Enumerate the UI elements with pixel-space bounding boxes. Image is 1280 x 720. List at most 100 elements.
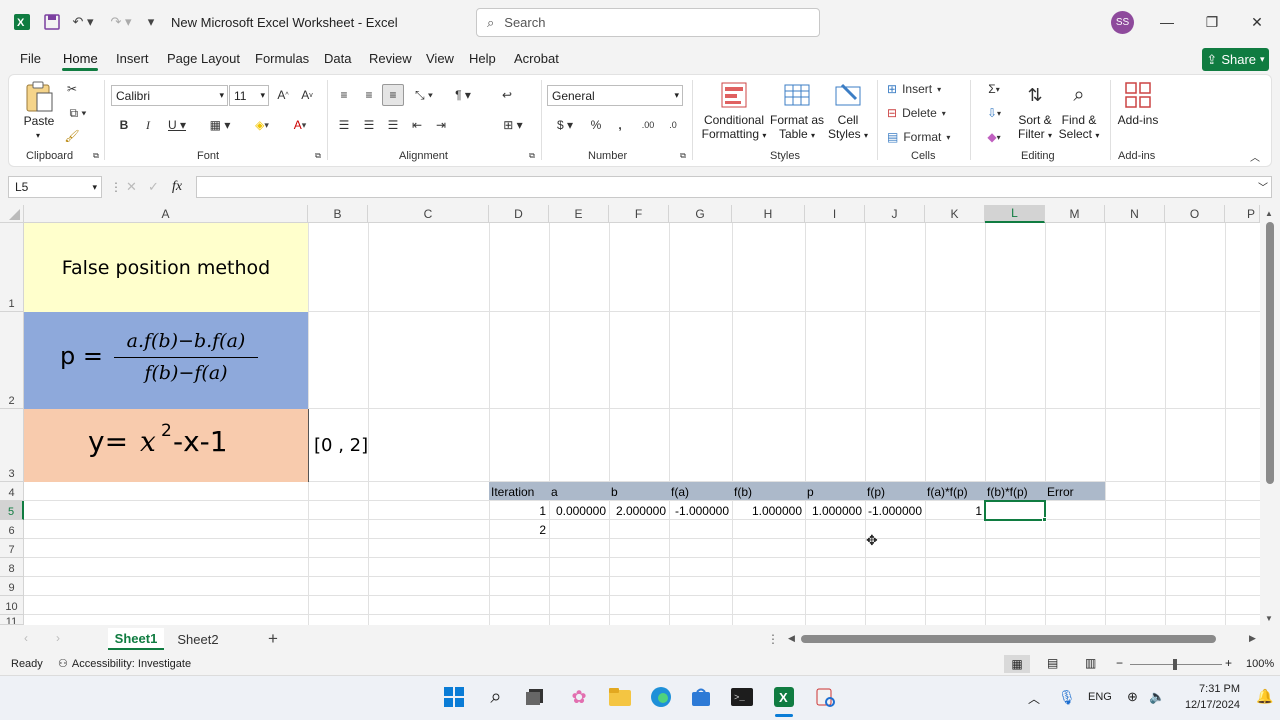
cell-d5[interactable]: 1	[489, 504, 549, 518]
edge-icon[interactable]	[648, 684, 674, 710]
active-cell-l5[interactable]	[984, 500, 1046, 521]
conditional-formatting-button[interactable]: Conditional	[695, 113, 773, 128]
autosum-icon[interactable]: Σ ▾	[979, 80, 1009, 98]
microphone-icon[interactable]: 🎙	[1058, 689, 1076, 706]
tab-page-layout[interactable]: Page Layout	[167, 51, 240, 66]
increase-font-icon[interactable]: A ^	[274, 86, 292, 104]
row-header-3[interactable]: 3	[0, 409, 24, 482]
font-color-icon[interactable]: A ▾	[285, 116, 315, 134]
delete-cells-button[interactable]: ⊟ Delete ▾	[887, 104, 957, 122]
customize-qat-icon[interactable]: ▾	[144, 12, 158, 32]
prev-sheet-icon[interactable]: ‹	[24, 631, 28, 645]
align-right-icon[interactable]: ☰	[384, 116, 402, 134]
column-header-e[interactable]: E	[549, 205, 609, 223]
sort-filter-icon[interactable]: ⇅	[1020, 80, 1050, 110]
scroll-down-icon[interactable]: ▼	[1265, 614, 1273, 623]
format-painter-icon[interactable]: 🖌	[63, 127, 81, 145]
dialog-launcher-icon[interactable]: ⧉	[91, 151, 101, 161]
font-name-select[interactable]: Calibri ▾	[111, 85, 228, 106]
cell-f5[interactable]: 2.000000	[609, 504, 669, 518]
column-header-l[interactable]: L	[985, 205, 1045, 223]
add-sheet-icon[interactable]: +	[268, 629, 278, 649]
normal-view-icon[interactable]: ▦	[1004, 655, 1030, 673]
row-header-7[interactable]: 7	[0, 539, 24, 558]
scroll-right-icon[interactable]: ▶	[1249, 633, 1256, 644]
collapse-ribbon-icon[interactable]: ︿	[1248, 150, 1262, 164]
row-header-11[interactable]: 11	[0, 615, 24, 625]
copilot-icon[interactable]: ✿	[566, 684, 592, 710]
network-icon[interactable]: ⊕	[1127, 689, 1138, 705]
add-ins-icon[interactable]	[1123, 80, 1153, 110]
minimize-icon[interactable]: —	[1157, 12, 1177, 32]
tab-help[interactable]: Help	[469, 51, 496, 66]
terminal-icon[interactable]: >_	[729, 684, 755, 710]
row-header-9[interactable]: 9	[0, 577, 24, 596]
more-options-icon[interactable]: ⋮	[767, 632, 779, 646]
align-center-icon[interactable]: ☰	[360, 116, 378, 134]
tab-acrobat[interactable]: Acrobat	[514, 51, 559, 66]
tab-home[interactable]: Home	[63, 51, 98, 66]
tray-chevron-icon[interactable]: ︿	[1028, 690, 1040, 707]
header-a[interactable]: a	[551, 485, 558, 499]
format-as-table-button[interactable]: Format as	[768, 113, 826, 128]
cut-icon[interactable]: ✂	[63, 80, 81, 98]
conditional-formatting-icon[interactable]	[719, 80, 749, 110]
clock-date[interactable]: 12/17/2024	[1168, 699, 1240, 711]
tab-formulas[interactable]: Formulas	[255, 51, 309, 66]
header-p[interactable]: p	[807, 485, 814, 499]
row-header-2[interactable]: 2	[0, 312, 24, 409]
header-fb-fp[interactable]: f(b)*f(p)	[987, 485, 1028, 499]
tab-data[interactable]: Data	[324, 51, 351, 66]
align-middle-icon[interactable]: ≡	[360, 86, 378, 104]
cell-styles-button[interactable]: Cell	[826, 113, 870, 128]
bold-icon[interactable]: B	[116, 116, 132, 134]
font-size-select[interactable]: 11 ▾	[229, 85, 269, 106]
header-fp[interactable]: f(p)	[867, 485, 885, 499]
chevron-down-icon[interactable]: ▾	[33, 128, 43, 143]
header-error[interactable]: Error	[1047, 485, 1074, 499]
sheet-tab-sheet2[interactable]: Sheet2	[170, 628, 226, 650]
column-header-i[interactable]: I	[805, 205, 865, 223]
increase-indent-icon[interactable]: ⇥	[432, 116, 450, 134]
column-header-g[interactable]: G	[669, 205, 732, 223]
file-explorer-icon[interactable]	[607, 684, 633, 710]
share-button[interactable]: ⇪ Share ▾	[1202, 48, 1269, 71]
row-header-8[interactable]: 8	[0, 558, 24, 577]
page-break-view-icon[interactable]: ▥	[1085, 656, 1096, 670]
align-left-icon[interactable]: ☰	[335, 116, 353, 134]
cell-e5[interactable]: 0.000000	[549, 504, 609, 518]
column-header-k[interactable]: K	[925, 205, 985, 223]
column-header-c[interactable]: C	[368, 205, 489, 223]
column-header-n[interactable]: N	[1105, 205, 1165, 223]
fill-color-icon[interactable]: ◈ ▾	[246, 116, 278, 134]
name-box[interactable]: L5 ▾	[8, 176, 102, 198]
cell-h5[interactable]: 1.000000	[732, 504, 805, 518]
decrease-font-icon[interactable]: Av	[298, 86, 316, 104]
dialog-launcher-icon[interactable]: ⧉	[313, 151, 323, 161]
header-fb[interactable]: f(b)	[734, 485, 752, 499]
scroll-up-icon[interactable]: ▲	[1265, 209, 1273, 218]
next-sheet-icon[interactable]: ›	[56, 631, 60, 645]
snipping-tool-icon[interactable]	[812, 684, 838, 710]
tab-file[interactable]: File	[20, 51, 41, 66]
column-header-f[interactable]: F	[609, 205, 669, 223]
header-iteration[interactable]: Iteration	[491, 485, 534, 499]
search-icon[interactable]: ⌕	[483, 684, 509, 710]
align-bottom-icon[interactable]: ≡	[382, 84, 404, 106]
clock-time[interactable]: 7:31 PM	[1182, 683, 1240, 695]
cell-styles-icon[interactable]	[833, 80, 863, 110]
format-cells-button[interactable]: ▤ Format ▾	[887, 128, 955, 146]
tab-review[interactable]: Review	[369, 51, 412, 66]
store-icon[interactable]	[688, 684, 714, 710]
undo-icon[interactable]: ↶ ▾	[70, 12, 96, 32]
align-top-icon[interactable]: ≡	[335, 86, 353, 104]
clear-icon[interactable]: ◆ ▾	[979, 128, 1009, 146]
page-layout-view-icon[interactable]: ▤	[1047, 656, 1058, 670]
cell-d6[interactable]: 2	[489, 523, 549, 537]
merge-center-icon[interactable]: ⊞ ▾	[497, 116, 529, 134]
restore-icon[interactable]: ❐	[1202, 12, 1222, 32]
excel-taskbar-icon[interactable]: X	[771, 684, 797, 710]
close-icon[interactable]: ✕	[1247, 12, 1267, 32]
accessibility-button[interactable]: ⚇ Accessibility: Investigate	[58, 657, 191, 671]
column-header-j[interactable]: J	[865, 205, 925, 223]
